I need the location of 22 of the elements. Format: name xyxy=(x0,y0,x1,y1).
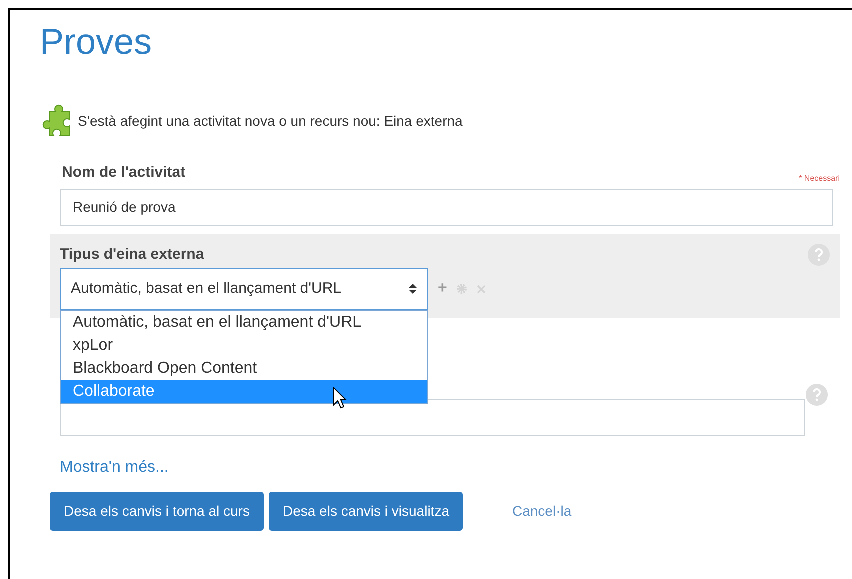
help-icon[interactable] xyxy=(808,244,830,266)
field-label: Nom de l'activitat xyxy=(62,163,186,183)
dropdown-option[interactable]: xpLor xyxy=(61,334,427,356)
help-icon[interactable] xyxy=(806,384,828,406)
save-button[interactable]: Desa els canvis i visualitza xyxy=(268,492,464,531)
dropdown-option[interactable]: Blackboard Open Content xyxy=(61,356,427,380)
add-icon[interactable]: + xyxy=(438,277,448,301)
cancel-link[interactable]: Cancel·la xyxy=(512,501,572,522)
name-input-field[interactable]: Reunió de prova xyxy=(60,188,833,226)
tool-type-select[interactable]: Automàtic, basat en el llançament d'URL xyxy=(60,268,428,310)
notice-text: S'està afegint una activitat nova o un recurs nou: Eina externa xyxy=(78,112,463,131)
sort-arrows-icon xyxy=(409,284,417,294)
dropdown-option[interactable]: Automàtic, basat en el llançament d'URL xyxy=(61,310,427,334)
text-input-field[interactable] xyxy=(60,399,805,436)
required-note: * Necessari xyxy=(799,172,840,184)
save-button[interactable]: Desa els canvis i torna al curs xyxy=(50,492,264,531)
show-more-link[interactable]: Mostra'n més... xyxy=(60,459,169,476)
close-icon[interactable] xyxy=(477,284,486,294)
dropdown-option[interactable]: Collaborate xyxy=(61,380,427,402)
page-title: Proves xyxy=(40,20,154,64)
field-label: Tipus d'eina externa xyxy=(60,244,204,264)
settings-icon[interactable] xyxy=(457,284,468,294)
